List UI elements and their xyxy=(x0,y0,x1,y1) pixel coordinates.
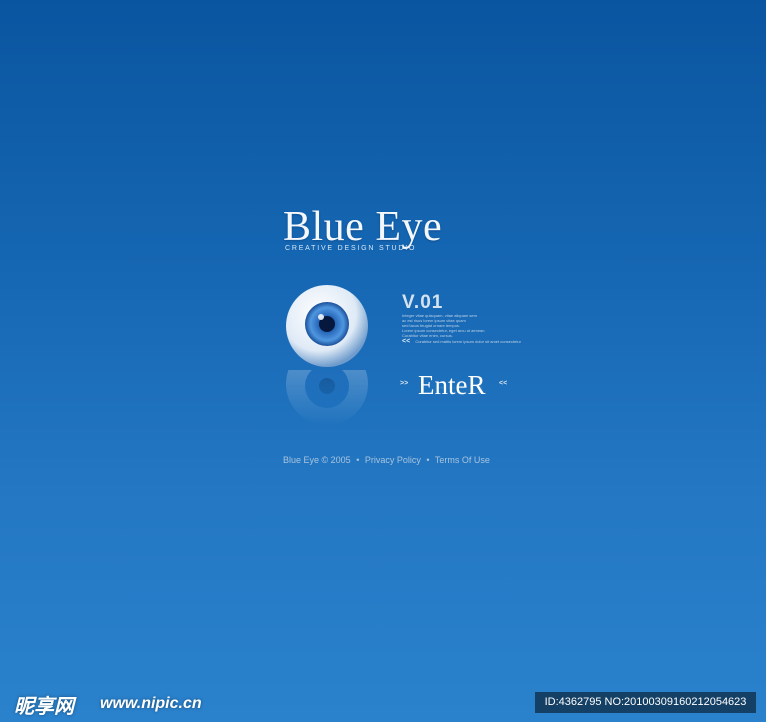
privacy-policy-link[interactable]: Privacy Policy xyxy=(365,455,421,465)
eye-reflection xyxy=(285,370,369,426)
watermark-logo: 昵享网 xyxy=(14,696,74,718)
enter-reflection: EnteR xyxy=(418,370,486,400)
terms-of-use-link[interactable]: Terms Of Use xyxy=(435,455,490,465)
copyright-text: Blue Eye © 2005 xyxy=(283,455,351,465)
news-line[interactable]: << Curabitur sed mattis lorem ipsum dolo… xyxy=(402,338,521,345)
version-label: V.01 xyxy=(402,292,444,313)
footer-separator: • xyxy=(356,455,360,465)
watermark-url: www.nipic.cn xyxy=(100,695,202,712)
footer-separator: • xyxy=(426,455,430,465)
watermark-id: ID:4362795 NO:20100309160212054623 xyxy=(535,692,756,713)
brand-title: Blue Eye xyxy=(283,204,443,250)
arrow-left-icon: << xyxy=(499,380,508,387)
news-text: Curabitur sed mattis lorem ipsum dolor s… xyxy=(415,339,521,344)
eye-icon[interactable] xyxy=(285,284,369,368)
arrow-right-icon: >> xyxy=(400,380,409,387)
brand-subtitle: CREATIVE DESIGN STUDIO xyxy=(285,245,417,252)
footer: Blue Eye © 2005 • Privacy Policy • Terms… xyxy=(283,455,490,465)
news-arrow-icon: << xyxy=(402,338,411,345)
